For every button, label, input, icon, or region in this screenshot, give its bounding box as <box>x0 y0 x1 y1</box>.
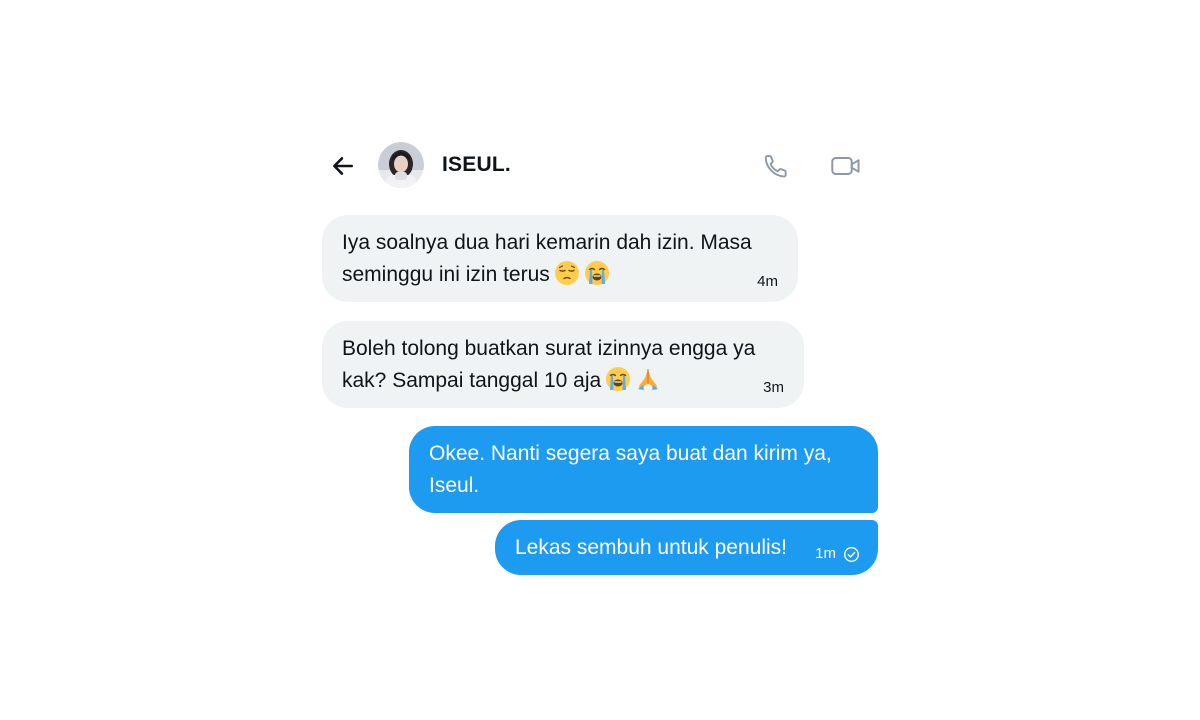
message-bubble-incoming[interactable]: Boleh tolong buatkan surat izinnya engga… <box>322 321 804 408</box>
phone-icon <box>764 155 787 178</box>
message-text-line: Iseul. <box>429 474 480 497</box>
conversation-title[interactable]: ISEUL. <box>442 153 511 177</box>
loudly-crying-face-emoji <box>606 367 631 391</box>
avatar[interactable] <box>378 142 424 188</box>
message-timestamp: 1m <box>815 545 836 562</box>
seen-check-icon <box>844 547 859 562</box>
message-text-line-with-emoji: seminggu ini izin terus <box>342 259 778 291</box>
message-bubble-incoming[interactable]: Iya soalnya dua hari kemarin dah izin. M… <box>322 215 798 302</box>
message-text-line: Lekas sembuh untuk penulis! <box>515 536 788 559</box>
video-camera-icon <box>831 157 860 175</box>
conversation-header: ISEUL. <box>322 140 878 192</box>
avatar-image <box>378 142 424 188</box>
message-timestamp: 3m <box>763 379 784 396</box>
folded-hands-emoji <box>638 369 659 390</box>
message-text-line: Boleh tolong buatkan surat izinnya engga… <box>342 337 756 360</box>
video-call-button[interactable] <box>828 150 864 182</box>
message-text-line: Iya soalnya dua hari kemarin dah izin. M… <box>342 231 752 254</box>
message-text-line-with-emoji: kak? Sampai tanggal 10 aja <box>342 365 784 397</box>
call-button[interactable] <box>760 150 792 182</box>
loudly-crying-face-emoji <box>584 261 609 285</box>
message-bubble-outgoing[interactable]: Okee. Nanti segera saya buat dan kirim y… <box>409 426 878 513</box>
arrow-left-icon <box>333 157 353 175</box>
back-button[interactable] <box>328 151 358 181</box>
message-text: seminggu ini izin terus <box>342 263 550 286</box>
pensive-face-emoji <box>554 261 579 285</box>
message-timestamp: 4m <box>757 273 778 290</box>
dm-conversation: ISEUL. Iya soalnya dua hari kemarin dah … <box>0 0 1200 720</box>
message-bubble-outgoing[interactable]: Lekas sembuh untuk penulis! 1m <box>495 520 878 575</box>
message-text-line: Okee. Nanti segera saya buat dan kirim y… <box>429 442 832 465</box>
message-text: kak? Sampai tanggal 10 aja <box>342 369 602 392</box>
